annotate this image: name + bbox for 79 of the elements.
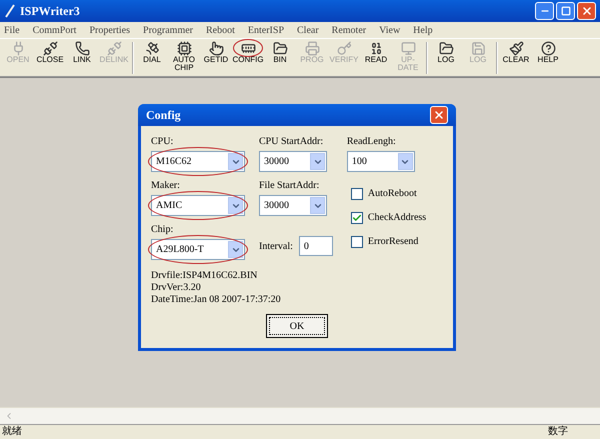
dropdown-button[interactable] bbox=[228, 241, 243, 258]
horizontal-scrollbar[interactable] bbox=[0, 407, 600, 424]
dialog-title: Config bbox=[146, 107, 182, 124]
menu-item[interactable]: Remoter bbox=[330, 22, 368, 38]
toolbar-button[interactable]: AUTO CHIP bbox=[168, 40, 200, 76]
folder-icon bbox=[272, 40, 288, 56]
dropdown-button[interactable] bbox=[310, 153, 325, 170]
brush-icon bbox=[508, 40, 524, 56]
dropdown-field[interactable]: 100 bbox=[346, 151, 415, 172]
dropdown-button[interactable] bbox=[228, 153, 243, 170]
maximize-button[interactable] bbox=[556, 2, 575, 20]
field-label: CPU StartAddr: bbox=[259, 135, 324, 149]
close-button[interactable] bbox=[577, 2, 596, 20]
dialog-close-button[interactable] bbox=[430, 106, 448, 124]
checkbox-label: AutoReboot bbox=[368, 187, 417, 201]
app-icon bbox=[4, 4, 16, 18]
close-icon bbox=[433, 109, 445, 121]
dropdown-field[interactable]: AMIC bbox=[151, 195, 245, 216]
window-title: ISPWriter3 bbox=[20, 3, 81, 20]
phone-icon bbox=[74, 40, 90, 56]
toolbar-button[interactable]: BIN bbox=[264, 40, 296, 76]
info-text: DrvVer:3.20 bbox=[151, 282, 202, 294]
toolbar-button[interactable]: DIAL bbox=[136, 40, 168, 76]
monitor-icon bbox=[400, 40, 416, 56]
menu-item[interactable]: Clear bbox=[295, 22, 321, 38]
chip-icon bbox=[176, 40, 192, 56]
maximize-icon bbox=[560, 6, 570, 16]
key-icon bbox=[336, 40, 352, 56]
close-icon bbox=[580, 5, 592, 17]
dropdown-button[interactable] bbox=[398, 153, 413, 170]
toolbar-button[interactable]: LINK bbox=[66, 40, 98, 76]
toolbar-button[interactable]: LOG bbox=[430, 40, 462, 76]
input-field[interactable]: 0 bbox=[298, 236, 333, 256]
dropdown-field[interactable]: 30000 bbox=[259, 151, 327, 172]
field-label: Maker: bbox=[151, 179, 181, 193]
menu-item[interactable]: File bbox=[2, 22, 22, 38]
unplug-icon bbox=[106, 40, 122, 56]
toolbar-button[interactable]: READ bbox=[360, 40, 392, 76]
toolbar-button[interactable]: HELP bbox=[532, 40, 564, 76]
checkbox-label: ErrorResend bbox=[368, 235, 418, 249]
menu-item[interactable]: CommPort bbox=[30, 22, 78, 38]
dropdown-field[interactable]: A29L800-T bbox=[151, 239, 245, 260]
field-label: Interval: bbox=[259, 240, 293, 254]
status-text: 数字 bbox=[548, 426, 568, 438]
minimize-button[interactable] bbox=[535, 2, 554, 20]
field-label: CPU: bbox=[151, 135, 174, 149]
dropdown-field[interactable]: 30000 bbox=[259, 195, 327, 216]
toolbar-button[interactable]: CONFIG bbox=[232, 40, 264, 76]
field-label: ReadLengh: bbox=[346, 135, 397, 149]
unplug-icon bbox=[42, 40, 58, 56]
dropdown-button[interactable] bbox=[228, 197, 243, 214]
dropdown-button[interactable] bbox=[310, 197, 325, 214]
field-label: Chip: bbox=[151, 223, 174, 237]
menu-item[interactable]: EnterISP bbox=[246, 22, 286, 38]
pointer-icon bbox=[208, 40, 224, 56]
dropdown-field[interactable]: M16C62 bbox=[151, 151, 245, 172]
menu-item[interactable]: Help bbox=[411, 22, 435, 38]
printer-icon bbox=[304, 40, 320, 56]
field-label: File StartAddr: bbox=[259, 179, 320, 193]
checkbox[interactable] bbox=[350, 212, 363, 224]
ok-button[interactable]: OK bbox=[266, 314, 328, 338]
toolbar-button[interactable]: GETID bbox=[200, 40, 232, 76]
check-icon bbox=[352, 212, 362, 222]
menu-item[interactable]: Programmer bbox=[141, 22, 196, 38]
menu-item[interactable]: Reboot bbox=[204, 22, 237, 38]
toolbar-button[interactable]: CLOSE bbox=[34, 40, 66, 76]
checkbox-label: CheckAddress bbox=[368, 211, 426, 225]
checkbox[interactable] bbox=[350, 236, 363, 248]
help-icon bbox=[540, 40, 556, 56]
satellite-dish-icon bbox=[144, 40, 160, 56]
toolbar-button[interactable]: CLEAR bbox=[500, 40, 532, 76]
floppy-icon bbox=[470, 40, 486, 56]
menu-item[interactable]: Properties bbox=[87, 22, 132, 38]
status-text: 就绪 bbox=[2, 426, 22, 438]
menu-item[interactable]: View bbox=[377, 22, 402, 38]
info-text: Drvfile:ISP4M16C62.BIN bbox=[151, 270, 258, 282]
folder-icon bbox=[438, 40, 454, 56]
info-text: DateTime:Jan 08 2007-17:37:20 bbox=[151, 294, 282, 306]
checkbox[interactable] bbox=[350, 188, 363, 200]
